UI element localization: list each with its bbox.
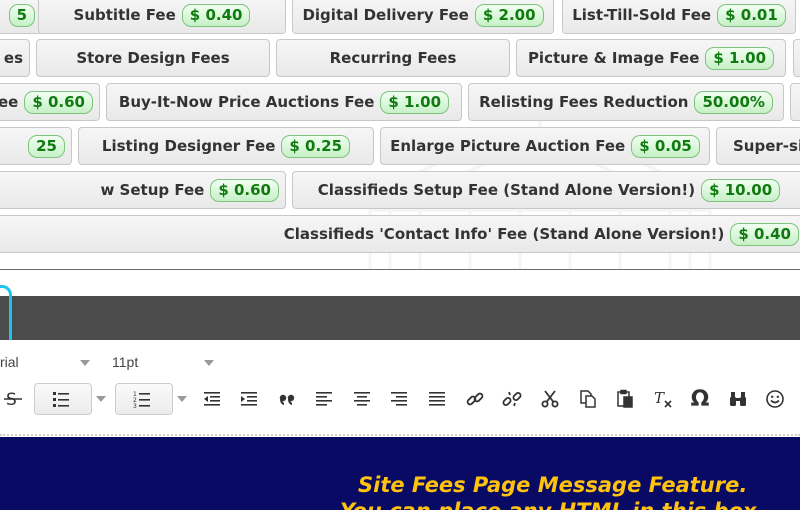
- site-fees-grid: 5 Subtitle Fee $ 0.40 Digital Delivery F…: [0, 0, 800, 270]
- fee-button-classifieds-contact-info[interactable]: Classifieds 'Contact Info' Fee (Stand Al…: [0, 215, 800, 253]
- font-family-select[interactable]: rial: [0, 354, 95, 370]
- fee-label: Subtitle Fee: [73, 6, 176, 24]
- clear-format-icon[interactable]: T: [650, 386, 676, 412]
- fee-button-classifieds-setup[interactable]: Classifieds Setup Fee (Stand Alone Versi…: [292, 171, 800, 209]
- numbered-list-icon[interactable]: 123: [115, 383, 173, 415]
- fee-button-enlarge-picture[interactable]: Enlarge Picture Auction Fee $ 0.05: [380, 127, 710, 165]
- fee-price: $ 0.25: [281, 134, 351, 158]
- message-body: You can place any HTML in this box: [0, 499, 800, 510]
- unlink-icon[interactable]: [499, 386, 525, 412]
- fee-price: $ 2.00: [474, 3, 544, 27]
- omega-icon[interactable]: Ω: [687, 386, 713, 412]
- chevron-down-icon: [204, 360, 214, 366]
- fee-label: ee: [0, 93, 19, 111]
- link-icon[interactable]: [462, 386, 488, 412]
- fee-label: Classifieds 'Contact Info' Fee (Stand Al…: [283, 225, 725, 243]
- fee-label: Classifieds Setup Fee (Stand Alone Versi…: [317, 181, 696, 199]
- paste-icon[interactable]: [612, 386, 638, 412]
- fee-button-partial[interactable]: es: [0, 39, 30, 77]
- editor-menu-bar: [0, 296, 800, 340]
- fee-button-subtitle[interactable]: Subtitle Fee $ 0.40: [38, 0, 286, 34]
- fee-label: Recurring Fees: [329, 49, 457, 67]
- fee-button-partial[interactable]: 5: [0, 0, 42, 34]
- align-center-icon[interactable]: [349, 386, 375, 412]
- outdent-icon[interactable]: [199, 386, 225, 412]
- align-justify-icon[interactable]: [424, 386, 450, 412]
- chevron-down-icon[interactable]: [177, 396, 187, 402]
- copy-icon[interactable]: [575, 386, 601, 412]
- fee-price: $ 0.40: [730, 222, 799, 246]
- fee-label: es: [3, 49, 23, 67]
- fee-label: Buy-It-Now Price Auctions Fee: [118, 93, 375, 111]
- fee-button-store-design[interactable]: Store Design Fees: [36, 39, 270, 77]
- fee-price: $ 1.00: [705, 46, 775, 70]
- fee-price: $ 1.00: [380, 90, 450, 114]
- fee-button-partial[interactable]: [793, 39, 800, 77]
- font-family-value: rial: [0, 354, 19, 370]
- fee-price: 50.00%: [694, 90, 773, 114]
- fee-price: 5: [8, 3, 35, 27]
- fee-button-partial[interactable]: ee $ 0.60: [0, 83, 100, 121]
- fee-button-listing-designer[interactable]: Listing Designer Fee $ 0.25: [78, 127, 374, 165]
- fee-price: $ 10.00: [701, 178, 781, 202]
- fee-price: $ 0.60: [210, 178, 279, 202]
- strikethrough-icon[interactable]: S: [0, 386, 26, 412]
- fee-price: $ 0.05: [631, 134, 700, 158]
- fee-price: $ 0.01: [717, 3, 786, 27]
- fee-button-buy-it-now[interactable]: Buy-It-Now Price Auctions Fee $ 1.00: [106, 83, 462, 121]
- align-left-icon[interactable]: [311, 386, 337, 412]
- fee-button-partial[interactable]: w Setup Fee $ 0.60: [0, 171, 286, 209]
- fee-label: Super-si: [733, 137, 800, 155]
- editor-content-area[interactable]: Site Fees Page Message Feature. You can …: [0, 437, 800, 510]
- fee-label: Picture & Image Fee: [527, 49, 700, 67]
- fee-button-partial[interactable]: [790, 83, 800, 121]
- message-heading: Site Fees Page Message Feature.: [358, 473, 748, 497]
- font-size-select[interactable]: 11pt: [112, 354, 222, 370]
- fee-button-digital-delivery[interactable]: Digital Delivery Fee $ 2.00: [292, 0, 554, 34]
- svg-text:T: T: [654, 389, 665, 407]
- fee-button-partial[interactable]: 25: [0, 127, 72, 165]
- fee-button-list-till-sold[interactable]: List-Till-Sold Fee $ 0.01: [562, 0, 796, 34]
- chevron-down-icon: [80, 360, 90, 366]
- fee-label: Store Design Fees: [76, 49, 230, 67]
- fee-label: List-Till-Sold Fee: [572, 6, 712, 24]
- font-size-value: 11pt: [112, 354, 139, 370]
- align-right-icon[interactable]: [386, 386, 412, 412]
- toolbar-separator: [0, 434, 800, 436]
- quote-icon[interactable]: [274, 386, 300, 412]
- indent-icon[interactable]: [236, 386, 262, 412]
- fee-button-picture-image[interactable]: Picture & Image Fee $ 1.00: [516, 39, 786, 77]
- fee-price: 25: [28, 134, 65, 158]
- editor-toolbar: rial 11pt S 123 T Ω: [0, 340, 800, 430]
- chevron-down-icon[interactable]: [96, 396, 106, 402]
- fee-price: $ 0.40: [181, 3, 251, 27]
- fee-button-relisting-reduction[interactable]: Relisting Fees Reduction 50.00%: [468, 83, 784, 121]
- fee-label: Enlarge Picture Auction Fee: [390, 137, 626, 155]
- fee-label: Listing Designer Fee: [101, 137, 276, 155]
- fee-button-recurring[interactable]: Recurring Fees: [276, 39, 510, 77]
- smiley-icon[interactable]: [762, 386, 788, 412]
- binoculars-icon[interactable]: [725, 386, 751, 412]
- fee-price: $ 0.60: [24, 90, 93, 114]
- svg-text:3: 3: [133, 403, 137, 409]
- fee-label: Relisting Fees Reduction: [479, 93, 689, 111]
- fee-label: w Setup Fee: [100, 181, 205, 199]
- fee-label: Digital Delivery Fee: [302, 6, 469, 24]
- scissors-icon[interactable]: [537, 386, 563, 412]
- bullet-list-icon[interactable]: [34, 383, 92, 415]
- section-divider: [0, 269, 800, 270]
- fee-button-partial[interactable]: Super-si: [716, 127, 800, 165]
